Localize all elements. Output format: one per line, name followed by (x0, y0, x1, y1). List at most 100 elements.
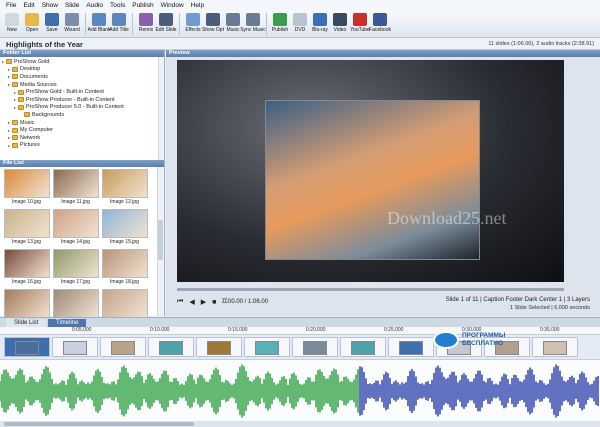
logo-mark (433, 331, 459, 349)
toolbar-add-title-button[interactable]: Add Title (109, 11, 129, 33)
folder-item[interactable]: ▸ My Computer (2, 126, 164, 134)
slide-thumbnail (15, 341, 39, 355)
toolbar-facebook-button[interactable]: Facebook (369, 11, 391, 33)
youtube-icon (353, 13, 367, 26)
timeline-slide[interactable] (148, 337, 194, 357)
menu-item-edit[interactable]: Edit (23, 2, 34, 9)
file-scrollbar-thumb[interactable] (158, 220, 163, 260)
toolbar-label: Effects (185, 27, 201, 33)
thumbnail-image (101, 289, 148, 318)
folder-label: Documents (20, 73, 48, 80)
toolbar-label: DVD (294, 27, 306, 33)
preview-scrub-bar[interactable] (177, 288, 564, 291)
stop-icon[interactable]: ■ (212, 299, 216, 306)
file-thumbnail[interactable]: Image 18.jpg (100, 249, 149, 285)
timeline-slide[interactable] (100, 337, 146, 357)
menu-item-audio[interactable]: Audio (86, 2, 103, 9)
toolbar-edit-slide-button[interactable]: Edit Slide (155, 11, 177, 33)
thumbnail-image (52, 289, 99, 318)
menu-item-help[interactable]: Help (191, 2, 204, 9)
folder-item[interactable]: ▸ Music (2, 119, 164, 127)
folder-item[interactable]: ▸ ProShow Producer 5.0 - Built-in Content (2, 104, 164, 112)
folder-item[interactable]: ▸ ProShow Gold (2, 58, 164, 66)
toolbar-label: Facebook (369, 27, 391, 33)
folder-icon (18, 97, 24, 103)
thumbnail-image (52, 169, 99, 198)
audio-waveform (0, 364, 599, 418)
toolbar-new-button[interactable]: New (2, 11, 22, 33)
toolbar-save-button[interactable]: Save (42, 11, 62, 33)
file-thumbnail[interactable]: Image 16.jpg (2, 249, 51, 285)
folder-item[interactable]: ▸ Desktop (2, 66, 164, 74)
toolbar-sync-music-button[interactable]: Sync Music (240, 11, 266, 33)
timeline-slide[interactable] (196, 337, 242, 357)
menu-item-publish[interactable]: Publish (132, 2, 153, 9)
toolbar-add-blank-button[interactable]: Add Blank (88, 11, 110, 33)
prev-slide-icon[interactable]: ◀ (189, 298, 194, 306)
file-thumbnail[interactable] (100, 289, 149, 319)
toolbar-video-button[interactable]: Video (330, 11, 350, 33)
selection-info: 1 Slide Selected | 6.000 seconds (509, 305, 590, 311)
menu-item-window[interactable]: Window (161, 2, 184, 9)
menu-item-tools[interactable]: Tools (110, 2, 125, 9)
toolbar-youtube-button[interactable]: YouTube (350, 11, 370, 33)
menu-item-file[interactable]: File (6, 2, 16, 9)
file-thumbnail[interactable] (51, 289, 100, 319)
folder-item[interactable]: ▸ Documents (2, 73, 164, 81)
timeline-scrollbar-thumb[interactable] (4, 422, 194, 426)
toolbar-wizard-button[interactable]: Wizard (62, 11, 82, 33)
file-thumbnail[interactable]: Image 17.jpg (51, 249, 100, 285)
timeline-slide[interactable] (292, 337, 338, 357)
folder-list-header: Folder List (0, 50, 164, 57)
publish-icon (273, 13, 287, 26)
file-thumbnail[interactable]: Image 13.jpg (2, 209, 51, 245)
file-thumbnail[interactable]: Image 12.jpg (100, 169, 149, 205)
toolbar-open-button[interactable]: Open (22, 11, 42, 33)
file-thumbnail[interactable] (2, 289, 51, 319)
folder-item[interactable]: ▸ Pictures (2, 142, 164, 150)
timeline-slide[interactable] (4, 337, 50, 357)
edit-slide-icon (159, 13, 173, 26)
add-title-icon (112, 13, 126, 26)
toolbar-label: YouTube (350, 27, 370, 33)
toolbar-label: Show Opt (202, 27, 224, 33)
folder-label: Media Sources (20, 81, 57, 88)
sync-music-icon (246, 13, 260, 26)
folder-label: My Computer (20, 127, 54, 134)
audio-track[interactable] (0, 359, 600, 421)
toolbar-show-opt-button[interactable]: Show Opt (202, 11, 224, 33)
play-icon[interactable]: ▶ (201, 298, 206, 306)
timeline-slide[interactable] (340, 337, 386, 357)
folder-item[interactable]: ▸ Media Sources (2, 81, 164, 89)
timeline-slide[interactable] (244, 337, 290, 357)
file-thumbnail[interactable]: Image 15.jpg (100, 209, 149, 245)
folder-icon (12, 127, 18, 133)
toolbar-effects-button[interactable]: Effects (183, 11, 203, 33)
folder-item[interactable]: Backgrounds (2, 111, 164, 119)
toolbar-remix-button[interactable]: Remix (136, 11, 156, 33)
menu-item-slide[interactable]: Slide (65, 2, 79, 9)
folder-item[interactable]: ▸ Network (2, 134, 164, 142)
thumbnail-image (52, 249, 99, 278)
timeline-slide[interactable] (388, 337, 434, 357)
toolbar-blu-ray-button[interactable]: Blu-ray (310, 11, 330, 33)
skip-start-icon[interactable]: ⏮ (177, 298, 183, 306)
folder-label: Music (20, 119, 35, 126)
toolbar-label: Add Title (109, 27, 129, 33)
project-title: Highlights of the Year (6, 40, 83, 49)
file-thumbnail[interactable]: Image 11.jpg (51, 169, 100, 205)
timeline-slide[interactable] (532, 337, 578, 357)
toolbar-dvd-button[interactable]: DVD (290, 11, 310, 33)
timeline-scrollbar[interactable] (0, 421, 600, 427)
file-thumbnail[interactable]: Image 10.jpg (2, 169, 51, 205)
toolbar-publish-button[interactable]: Publish (270, 11, 290, 33)
folder-scrollbar[interactable] (158, 57, 164, 160)
menu-item-show[interactable]: Show (42, 2, 58, 9)
file-thumbnail[interactable]: Image 14.jpg (51, 209, 100, 245)
folder-item[interactable]: ▸ ProShow Producer - Built-in Content (2, 96, 164, 104)
folder-item[interactable]: ▸ ProShow Gold - Built-in Content (2, 88, 164, 96)
timeline-slide[interactable] (52, 337, 98, 357)
toolbar-label: Remix (138, 27, 154, 33)
effects-icon (186, 13, 200, 26)
folder-label: Desktop (20, 66, 41, 73)
